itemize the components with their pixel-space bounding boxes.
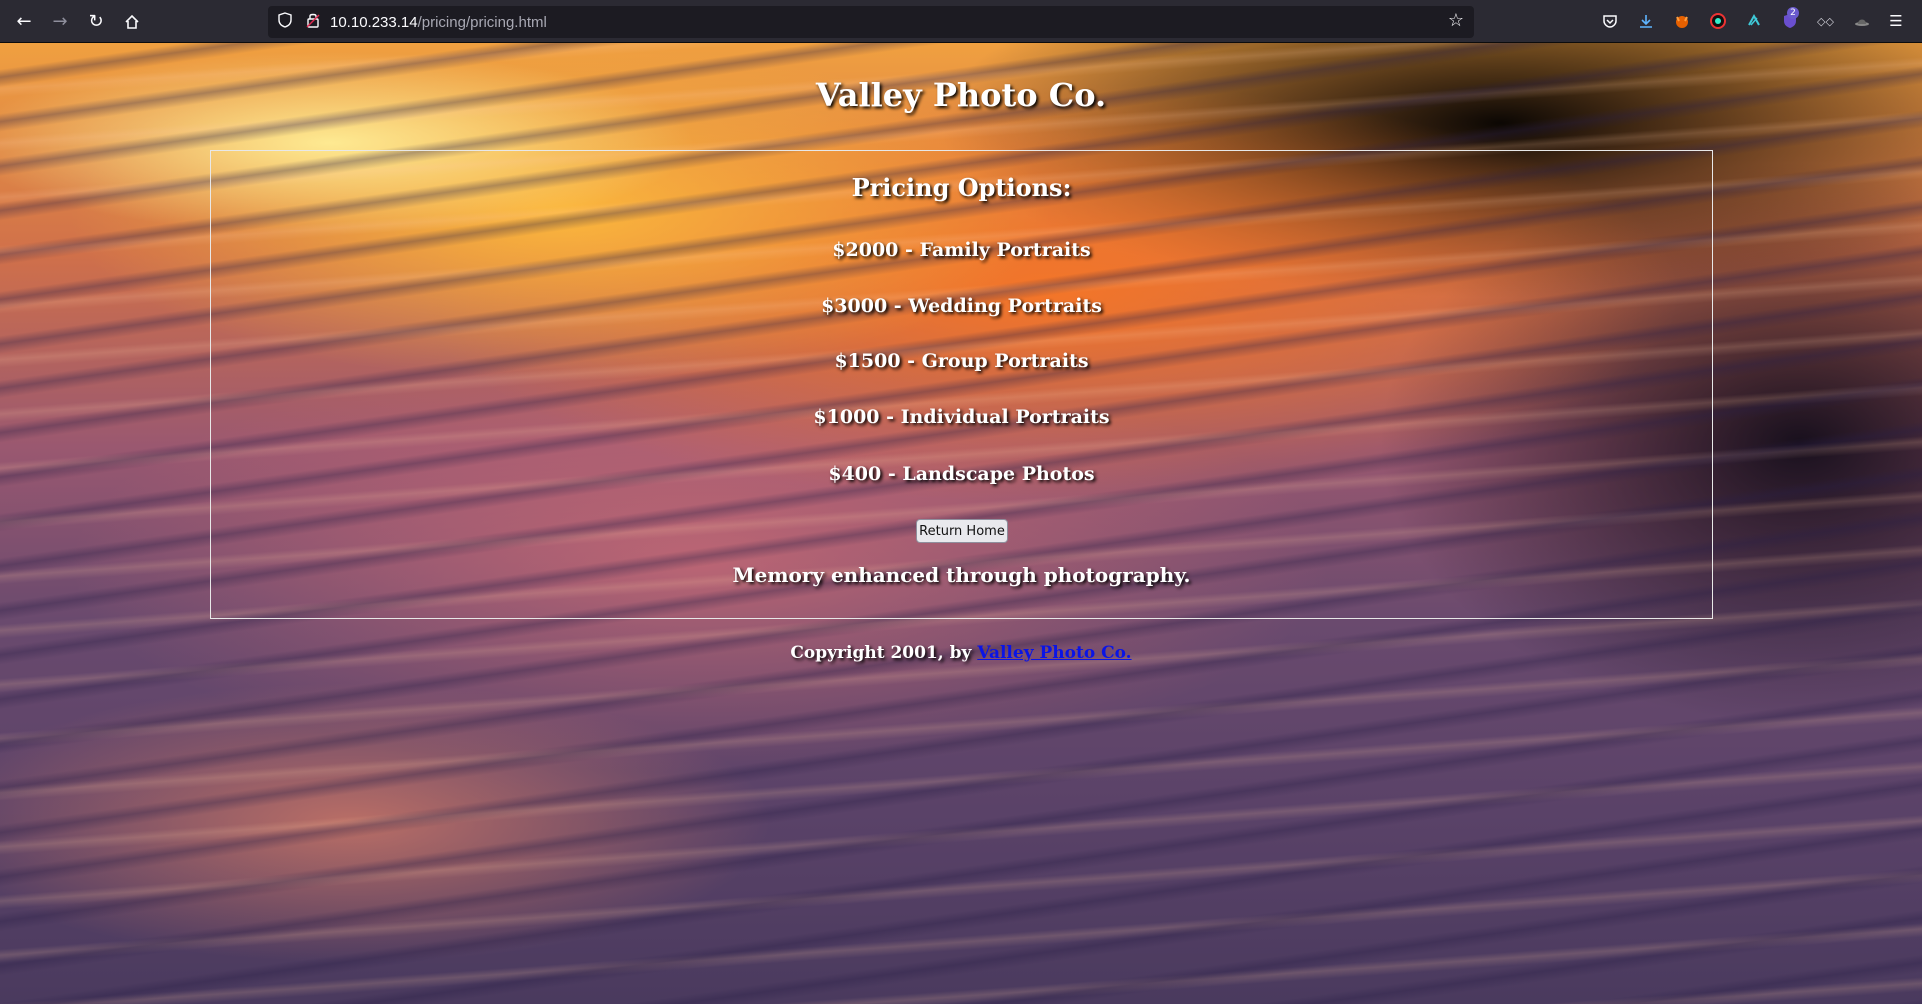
price-item: $1500 - Group Portraits bbox=[834, 350, 1089, 372]
url-text: 10.10.233.14/pricing/pricing.html bbox=[330, 14, 547, 31]
wappalyzer-icon[interactable] bbox=[1744, 11, 1764, 31]
bookmark-star-icon[interactable]: ☆ bbox=[1448, 10, 1464, 31]
tagline: Memory enhanced through photography. bbox=[732, 563, 1191, 587]
shield-icon[interactable] bbox=[274, 12, 296, 32]
pricing-heading: Pricing Options: bbox=[851, 173, 1072, 202]
foxyproxy-icon[interactable] bbox=[1672, 11, 1692, 31]
url-bar[interactable]: 10.10.233.14/pricing/pricing.html ☆ bbox=[268, 6, 1474, 38]
download-icon[interactable] bbox=[1636, 11, 1656, 31]
return-home-button[interactable]: Return Home bbox=[916, 519, 1008, 543]
page-viewport: Valley Photo Co. Pricing Options: $2000 … bbox=[0, 43, 1922, 1004]
price-item: $400 - Landscape Photos bbox=[828, 463, 1095, 485]
price-item: $3000 - Wedding Portraits bbox=[821, 295, 1102, 317]
price-item: $1000 - Individual Portraits bbox=[813, 406, 1110, 428]
hat-extension-icon[interactable] bbox=[1852, 11, 1872, 31]
price-item: $2000 - Family Portraits bbox=[832, 239, 1091, 261]
company-link[interactable]: Valley Photo Co. bbox=[977, 643, 1131, 663]
reload-icon[interactable]: ↻ bbox=[82, 8, 110, 36]
url-path: /pricing/pricing.html bbox=[417, 13, 547, 31]
menu-icon[interactable]: ☰ bbox=[1886, 11, 1906, 31]
browser-toolbar: ← → ↻ 10.10.233.14/pricing/pricing.html … bbox=[0, 0, 1922, 43]
extension-badge: 2 bbox=[1787, 7, 1799, 19]
site-title: Valley Photo Co. bbox=[815, 76, 1107, 114]
url-host: 10.10.233.14 bbox=[330, 13, 418, 31]
pricing-panel: Pricing Options: $2000 - Family Portrait… bbox=[210, 150, 1713, 619]
copyright-text: Copyright 2001, by bbox=[790, 643, 972, 663]
home-icon[interactable] bbox=[118, 8, 146, 36]
svg-text:◇◇: ◇◇ bbox=[1817, 15, 1834, 28]
copyright-footer: Copyright 2001, by Valley Photo Co. bbox=[0, 643, 1922, 663]
pocket-icon[interactable] bbox=[1600, 11, 1620, 31]
forward-arrow-icon[interactable]: → bbox=[46, 8, 74, 36]
lock-insecure-icon[interactable] bbox=[302, 12, 324, 32]
color-picker-icon[interactable] bbox=[1708, 11, 1728, 31]
back-arrow-icon[interactable]: ← bbox=[10, 8, 38, 36]
cookie-editor-icon[interactable]: ◇◇ bbox=[1816, 11, 1836, 31]
